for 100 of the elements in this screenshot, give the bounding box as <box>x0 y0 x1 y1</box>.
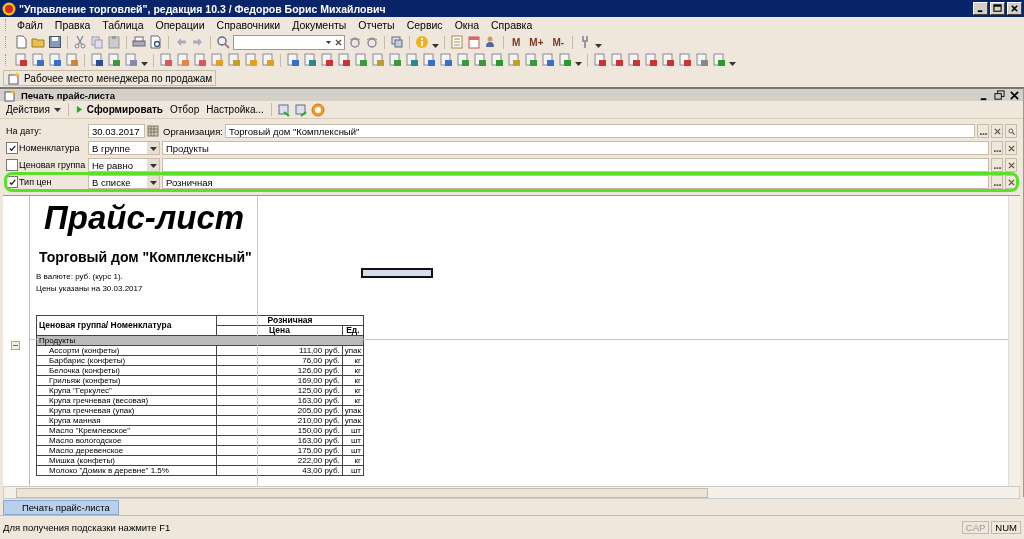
window-tab[interactable]: Печать прайс-листа <box>3 499 119 515</box>
date-field[interactable]: 30.03.2017 <box>88 124 145 138</box>
menu-item[interactable]: Справка <box>485 19 539 31</box>
caret-icon[interactable] <box>432 41 439 49</box>
document-icon[interactable] <box>610 53 624 67</box>
document-icon[interactable] <box>31 53 45 67</box>
clear-button[interactable] <box>1005 141 1017 155</box>
menu-item[interactable]: Отчеты <box>352 19 401 31</box>
document-icon[interactable] <box>90 53 104 67</box>
printer-icon[interactable] <box>132 35 146 49</box>
condition-dropdown[interactable]: В списке <box>88 175 160 189</box>
vertical-scrollbar[interactable] <box>1008 196 1020 486</box>
select-button[interactable] <box>977 124 989 138</box>
organization-field[interactable]: Торговый дом "Комплексный" <box>224 124 975 138</box>
search-icon[interactable] <box>216 35 230 49</box>
memory-button[interactable]: M- <box>549 36 568 48</box>
clear-button[interactable] <box>991 124 1003 138</box>
horizontal-scrollbar[interactable] <box>3 486 1020 499</box>
collapse-icon[interactable] <box>11 341 20 350</box>
menu-item[interactable]: Таблица <box>96 19 150 31</box>
search-field[interactable] <box>233 34 345 50</box>
caret-icon[interactable] <box>595 41 603 49</box>
menu-item[interactable]: Справочники <box>210 19 287 31</box>
load-settings-icon[interactable] <box>293 102 308 117</box>
document-icon[interactable] <box>661 53 675 67</box>
help-icon[interactable] <box>310 102 325 117</box>
select-button[interactable] <box>991 141 1003 155</box>
document-icon[interactable] <box>320 53 334 67</box>
document-icon[interactable] <box>678 53 692 67</box>
caret-icon[interactable] <box>729 59 736 67</box>
caret-icon[interactable] <box>575 59 582 67</box>
menu-item[interactable]: Операции <box>149 19 211 31</box>
windows-icon[interactable] <box>390 35 404 49</box>
document-icon[interactable] <box>48 53 62 67</box>
document-icon[interactable] <box>593 53 607 67</box>
save-settings-icon[interactable] <box>276 102 291 117</box>
clear-button[interactable] <box>1005 158 1017 172</box>
save-icon[interactable] <box>48 35 62 49</box>
find-icon[interactable] <box>348 35 362 49</box>
document-icon[interactable] <box>524 53 538 67</box>
list-icon[interactable] <box>450 35 464 49</box>
document-icon[interactable] <box>354 53 368 67</box>
document-icon[interactable] <box>627 53 641 67</box>
filter-value-field[interactable]: Продукты <box>162 141 989 155</box>
menu-item[interactable]: Документы <box>286 19 353 31</box>
filter-value-field[interactable] <box>162 158 989 172</box>
condition-dropdown[interactable]: Не равно <box>88 158 160 172</box>
calendar-icon[interactable] <box>467 35 481 49</box>
checkbox[interactable] <box>6 142 18 154</box>
menu-item[interactable]: Сервис <box>400 19 449 31</box>
document-icon[interactable] <box>490 53 504 67</box>
new-document-icon[interactable] <box>14 35 28 49</box>
close-button[interactable] <box>1007 2 1022 15</box>
panel-button[interactable]: Рабочее место менеджера по продажам <box>3 70 217 86</box>
document-icon[interactable] <box>695 53 709 67</box>
window-title: "Управление торговлей", редакция 10.3 / Федоров Борис Михайлович <box>19 2 386 15</box>
clear-button[interactable] <box>1005 175 1017 189</box>
document-icon[interactable] <box>303 53 317 67</box>
find-icon[interactable] <box>365 35 379 49</box>
calendar-icon[interactable] <box>147 125 159 137</box>
toolbar-button[interactable]: Настройка... <box>204 104 266 115</box>
condition-dropdown[interactable]: В группе <box>88 141 160 155</box>
document-icon[interactable] <box>422 53 436 67</box>
actions-menu[interactable]: Действия <box>4 104 63 115</box>
document-icon[interactable] <box>159 53 173 67</box>
select-button[interactable] <box>991 158 1003 172</box>
document-icon[interactable] <box>405 53 419 67</box>
checkbox[interactable] <box>6 176 18 188</box>
document-icon[interactable] <box>193 53 207 67</box>
memory-button[interactable]: M <box>509 36 524 48</box>
menu-item[interactable]: Файл <box>11 19 49 31</box>
close-icon[interactable] <box>1009 89 1020 101</box>
table-cell: 150,00 руб. <box>216 425 343 436</box>
document-icon[interactable] <box>388 53 402 67</box>
restore-icon[interactable] <box>994 89 1005 101</box>
redo-icon[interactable] <box>191 35 205 49</box>
document-icon[interactable] <box>473 53 487 67</box>
minimize-button[interactable] <box>973 2 988 15</box>
document-icon[interactable] <box>456 53 470 67</box>
document-icon[interactable] <box>337 53 351 67</box>
memory-button[interactable]: M+ <box>526 36 547 48</box>
document-icon[interactable] <box>286 53 300 67</box>
generate-button[interactable]: Сформировать <box>73 104 165 115</box>
filter-value-field[interactable]: Розничная <box>162 175 989 189</box>
document-icon[interactable] <box>644 53 658 67</box>
search-button[interactable] <box>1005 124 1017 138</box>
clear-icon[interactable] <box>334 37 343 47</box>
document-icon[interactable] <box>541 53 555 67</box>
document-icon[interactable] <box>14 53 28 67</box>
caret-icon[interactable] <box>141 59 148 67</box>
checkbox[interactable] <box>6 159 18 171</box>
maximize-button[interactable] <box>990 2 1005 15</box>
document-icon[interactable] <box>107 53 121 67</box>
select-button[interactable] <box>991 175 1003 189</box>
document-icon[interactable] <box>439 53 453 67</box>
table-cell: Крупа гречневая (весовая) <box>36 395 217 406</box>
print-preview-icon[interactable] <box>149 35 163 49</box>
menu-item[interactable]: Правка <box>48 19 97 31</box>
toolbar-button[interactable]: Отбор <box>168 104 202 115</box>
menu-item[interactable]: Окна <box>448 19 486 31</box>
